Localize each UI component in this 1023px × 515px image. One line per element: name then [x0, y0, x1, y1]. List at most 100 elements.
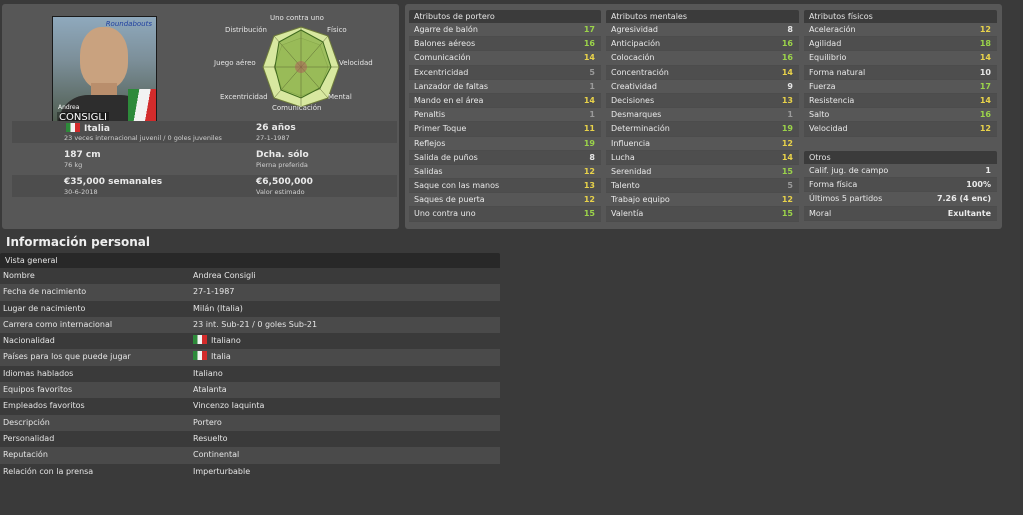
attribute-row: Decisiones 13	[606, 93, 799, 109]
attribute-value: 12	[781, 138, 793, 148]
physical-header: Atributos físicos	[804, 10, 997, 23]
attribute-row: Trabajo equipo 12	[606, 193, 799, 208]
attribute-name: Balones aéreos	[414, 39, 476, 49]
attribute-value: 14	[583, 95, 595, 105]
personal-info-row: Nacionalidad Italiano	[0, 333, 500, 349]
personal-info-value-text: Vincenzo Iaquinta	[193, 401, 265, 411]
attribute-value: 12	[583, 166, 595, 176]
attribute-value: 8	[589, 152, 595, 162]
info-row-nationality: Italia 23 veces internacional juvenil / …	[12, 121, 397, 143]
attribute-name: Colocación	[611, 53, 655, 63]
attribute-name: Agarre de balón	[414, 25, 478, 34]
attribute-name: Primer Toque	[414, 124, 467, 134]
attribute-name: Valentía	[611, 209, 644, 219]
attribute-value: 18	[979, 39, 991, 49]
personal-info-key: Equipos favoritos	[3, 385, 73, 395]
attribute-row: Fuerza 17	[804, 80, 997, 94]
photo-face	[80, 27, 128, 89]
photo-flag	[128, 89, 156, 125]
radar-label-bottom-right: Mental	[328, 93, 352, 101]
radar-label-bottom-left: Excentricidad	[220, 93, 268, 101]
personal-info-key: Nombre	[3, 271, 35, 280]
attribute-name: Decisiones	[611, 95, 655, 105]
personal-info-row: Relación con la prensa Imperturbable	[0, 464, 500, 480]
attribute-value: 7.26 (4 enc)	[936, 194, 991, 204]
personal-info-row: Personalidad Resuelto	[0, 431, 500, 447]
italy-flag-icon	[66, 123, 80, 132]
personal-info-key: Empleados favoritos	[3, 401, 85, 411]
contract-value: 30-6-2018	[64, 188, 98, 196]
attribute-row: Concentración 14	[606, 65, 799, 80]
height-value: 187 cm	[64, 150, 101, 160]
personal-info-value-text: Resuelto	[193, 433, 228, 443]
personal-info-value: Andrea Consigli	[193, 268, 256, 284]
personal-info-value: Continental	[193, 447, 239, 463]
attribute-name: Salida de puños	[414, 152, 478, 162]
attribute-row: Salida de puños 8	[409, 150, 601, 165]
personal-info-value-text: 27-1-1987	[193, 287, 235, 297]
personal-info-key: Países para los que puede jugar	[3, 352, 131, 362]
personal-info-value: Resuelto	[193, 431, 228, 447]
personal-info-row: Nombre Andrea Consigli	[0, 268, 500, 284]
attribute-name: Calif. jug. de campo	[809, 166, 889, 175]
attribute-row: Serenidad 15	[606, 165, 799, 180]
personal-info-value-text: Imperturbable	[193, 466, 251, 476]
personal-info-row: Idiomas hablados Italiano	[0, 366, 500, 382]
personal-info-value: Portero	[193, 415, 222, 431]
attribute-row: Colocación 16	[606, 51, 799, 66]
attribute-name: Saques de puerta	[414, 195, 485, 205]
goalkeeping-attributes: Atributos de portero Agarre de balón 17 Ba…	[409, 10, 601, 222]
attribute-name: Reflejos	[414, 138, 446, 148]
personal-info-row: Fecha de nacimiento 27-1-1987	[0, 284, 500, 301]
attribute-row: Salidas 12	[409, 165, 601, 180]
attribute-name: Forma natural	[809, 67, 866, 77]
attribute-name: Fuerza	[809, 81, 836, 91]
physical-rows: Aceleración 12 Agilidad 18 Equilibrio 14 Forma…	[804, 23, 997, 137]
attribute-name: Mando en el área	[414, 95, 484, 105]
personal-info-key: Fecha de nacimiento	[3, 287, 87, 297]
attribute-value: 15	[781, 209, 793, 219]
attribute-value: 14	[781, 67, 793, 77]
attribute-name: Serenidad	[611, 166, 652, 176]
mental-attributes: Atributos mentales Agresividad 8 Anticipac…	[606, 10, 799, 222]
wage-value: €35,000 semanales	[64, 177, 163, 187]
attribute-name: Últimos 5 partidos	[809, 194, 883, 204]
attribute-value: 1	[589, 81, 595, 91]
attribute-value: 10	[979, 67, 991, 77]
attribute-row: Anticipación 16	[606, 37, 799, 52]
personal-info-row: Empleados favoritos Vincenzo Iaquinta	[0, 398, 500, 414]
attribute-value: 15	[781, 166, 793, 176]
attribute-value: 1	[985, 166, 991, 175]
attribute-name: Lucha	[611, 152, 635, 162]
attribute-value: 1	[589, 110, 595, 120]
attribute-name: Comunicación	[414, 53, 471, 63]
attribute-row: Influencia 12	[606, 137, 799, 151]
attribute-name: Lanzador de faltas	[414, 81, 489, 91]
mental-rows: Agresividad 8 Anticipación 16 Colocación 16 Co…	[606, 23, 799, 222]
attribute-value: 9	[787, 81, 793, 91]
attribute-name: Determinación	[611, 124, 670, 134]
radar-label-top-left: Distribución	[225, 26, 267, 34]
personal-info-value-text: Italiano	[211, 336, 241, 346]
attribute-value: 100%	[966, 180, 991, 190]
personal-info-key: Reputación	[3, 450, 48, 460]
personal-info-value-text: Andrea Consigli	[193, 271, 256, 280]
attribute-row: Calif. jug. de campo 1	[804, 164, 997, 179]
attribute-row: Últimos 5 partidos 7.26 (4 enc)	[804, 192, 997, 207]
personal-info-value: 27-1-1987	[193, 284, 234, 300]
italy-flag-icon	[193, 335, 207, 345]
attribute-name: Uno contra uno	[414, 209, 476, 219]
player-photo: Roundabouts Andrea CONSIGLI	[52, 16, 157, 126]
attribute-value: 16	[583, 39, 595, 49]
attribute-name: Desmarques	[611, 110, 662, 120]
attribute-value: 12	[583, 195, 595, 205]
attribute-row: Lanzador de faltas 1	[409, 80, 601, 94]
attribute-name: Concentración	[611, 67, 669, 77]
attribute-row: Determinación 19	[606, 122, 799, 137]
attribute-row: Forma física 100%	[804, 178, 997, 193]
attribute-row: Desmarques 1	[606, 108, 799, 123]
attribute-name: Creatividad	[611, 81, 657, 91]
radar-label-right: Velocidad	[339, 59, 373, 67]
attribute-row: Agarre de balón 17	[409, 23, 601, 38]
attribute-value: 16	[979, 110, 991, 120]
